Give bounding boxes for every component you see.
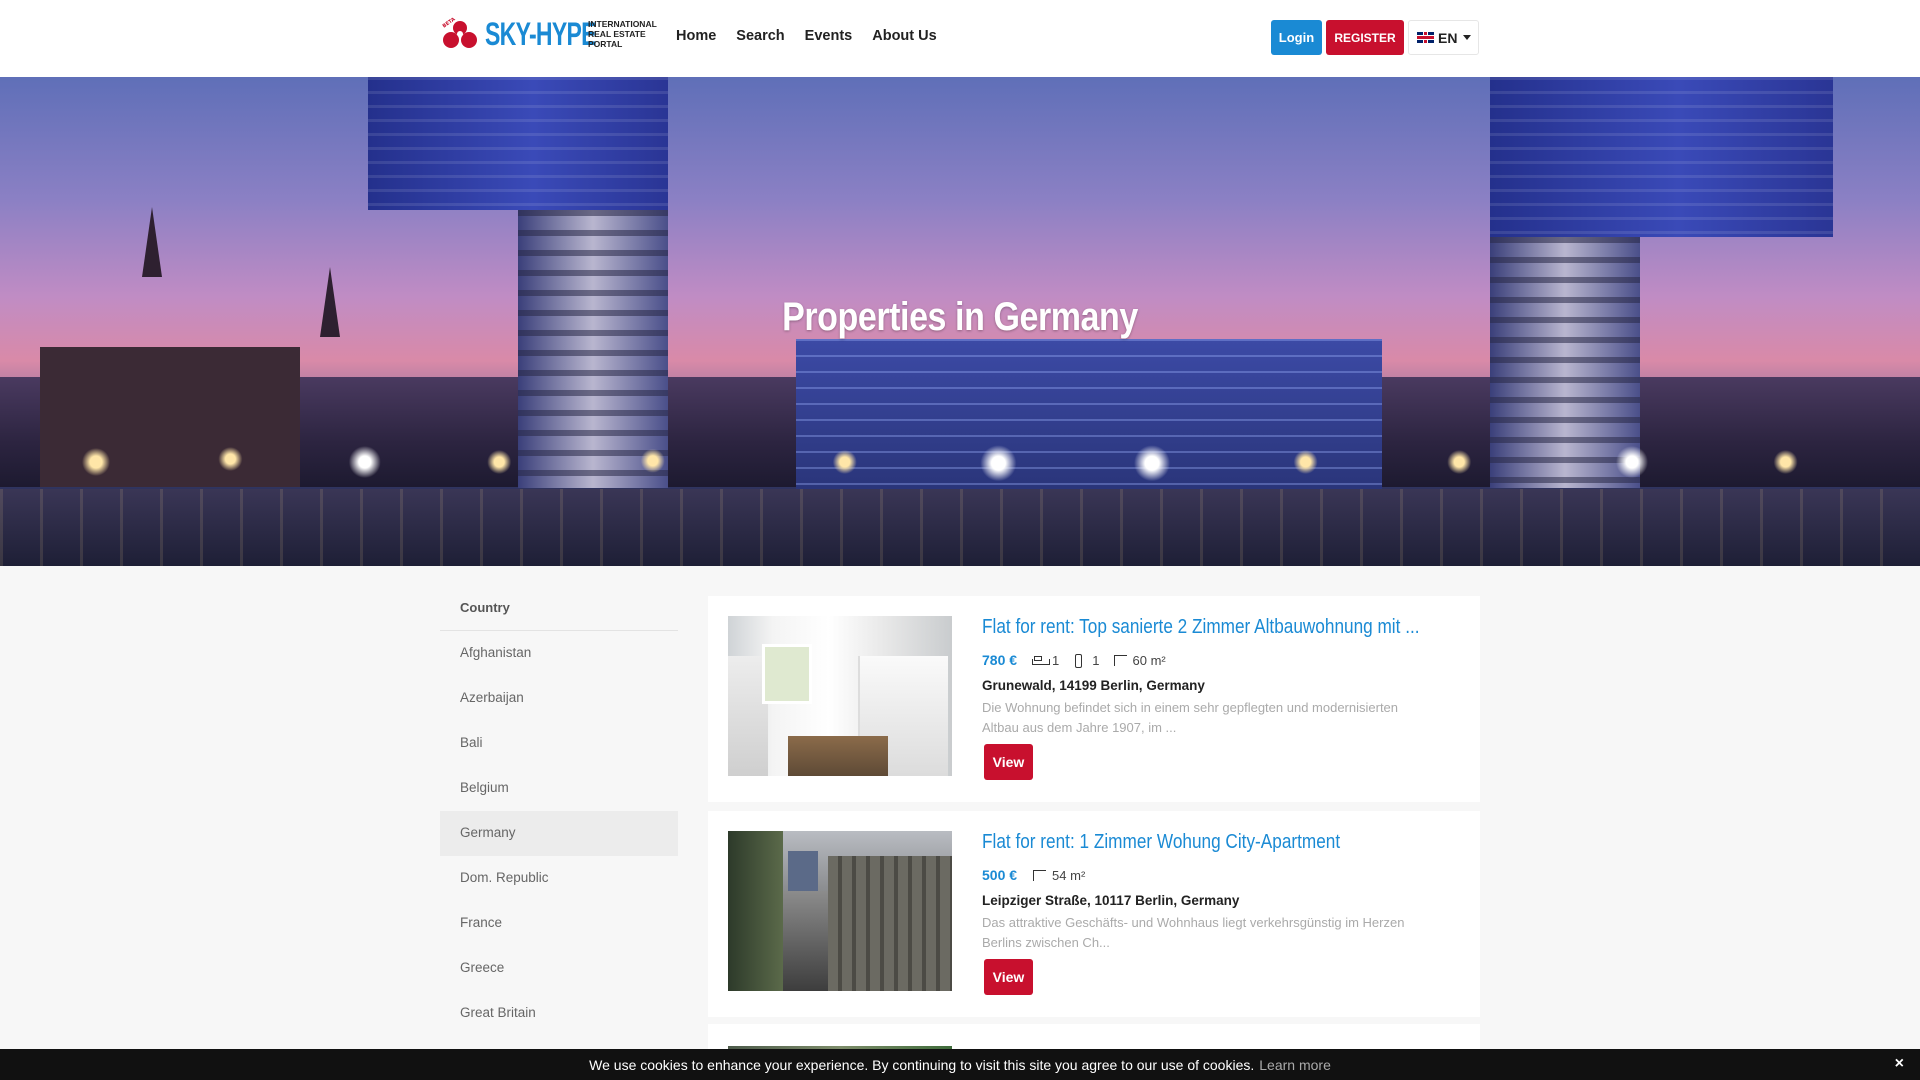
country-item-greece[interactable]: Greece [440,946,678,991]
nav-search[interactable]: Search [736,28,784,44]
listing-meta: 500 € 54 m² [982,867,1097,883]
listing-photo[interactable] [728,831,952,991]
bedrooms-count: 1 [1052,652,1060,668]
listing-price: 500 € [982,867,1018,883]
logo-subtitle: INTERNATIONAL REAL ESTATE PORTAL [588,19,657,49]
hero-water [0,489,1920,566]
listing-card: Flat for rent: Top sanierte 2 Zimmer Alt… [708,596,1480,802]
nav-events[interactable]: Events [805,28,853,44]
login-button[interactable]: Login [1271,20,1322,55]
country-filter: Country Afghanistan Azerbaijan Bali Belg… [440,590,678,1036]
bed-icon [1031,653,1051,667]
learn-more-link[interactable]: Learn more [1259,1057,1331,1073]
hero-tower-left [368,77,668,210]
listing-meta: 780 € 1 1 60 m² [982,652,1178,668]
page-title: Properties in Germany [782,295,1138,339]
main-nav: Home Search Events About Us [676,28,957,44]
country-item-bali[interactable]: Bali [440,721,678,766]
hero-tower-right [1490,77,1833,237]
nav-about-us[interactable]: About Us [872,28,936,44]
listing-address: Leipziger Straße, 10117 Berlin, Germany [982,893,1240,908]
listing-photo[interactable] [728,616,952,776]
listing-title[interactable]: Flat for rent: Top sanierte 2 Zimmer Alt… [982,616,1420,639]
site-header: BETA SKY-HYPE INTERNATIONAL REAL ESTATE … [0,0,1920,77]
area-icon [1031,868,1049,882]
uk-flag-icon [1417,32,1434,43]
view-button[interactable]: View [984,959,1033,995]
hero-street-lights [0,432,1920,492]
close-icon[interactable]: × [1895,1055,1904,1073]
country-item-afghanistan[interactable]: Afghanistan [440,631,678,676]
country-item-dom-republic[interactable]: Dom. Republic [440,856,678,901]
listing-description: Die Wohnung befindet sich in einem sehr … [982,700,1399,735]
country-item-azerbaijan[interactable]: Azerbaijan [440,676,678,721]
cookie-text: We use cookies to enhance your experienc… [589,1056,1255,1073]
logo-name: SKY-HYPE [485,16,596,52]
listing-description: Das attraktive Geschäfts- und Wohnhaus l… [982,915,1405,950]
country-item-germany[interactable]: Germany [440,811,678,856]
bath-icon [1071,653,1089,668]
country-filter-heading: Country [440,590,678,631]
area-value: 54 m² [1052,867,1086,883]
bathrooms-count: 1 [1092,652,1100,668]
listing-address: Grunewald, 14199 Berlin, Germany [982,678,1205,693]
cookie-banner: We use cookies to enhance your experienc… [0,1049,1920,1080]
area-value: 60 m² [1132,652,1166,668]
hero-banner: Properties in Germany [0,77,1920,566]
listing-title[interactable]: Flat for rent: 1 Zimmer Wohung City-Apar… [982,831,1340,854]
view-button[interactable]: View [984,744,1033,780]
country-item-great-britain[interactable]: Great Britain [440,991,678,1036]
language-dropdown[interactable]: EN [1408,20,1479,55]
listing-card: Flat for rent: 1 Zimmer Wohung City-Apar… [708,811,1480,1017]
hero-spire [142,207,162,277]
register-button[interactable]: REGISTER [1326,20,1404,55]
nav-home[interactable]: Home [676,28,716,44]
bathrooms: 1 [1071,652,1100,668]
language-label: EN [1438,29,1458,46]
area: 60 m² [1112,653,1166,668]
country-item-france[interactable]: France [440,901,678,946]
area-icon [1112,653,1130,667]
bedrooms: 1 [1031,653,1059,668]
area: 54 m² [1031,868,1085,883]
logo[interactable]: BETA SKY-HYPE INTERNATIONAL REAL ESTATE … [440,16,665,56]
caret-down-icon [1463,35,1472,40]
listing-price: 780 € [982,652,1018,668]
country-item-belgium[interactable]: Belgium [440,766,678,811]
